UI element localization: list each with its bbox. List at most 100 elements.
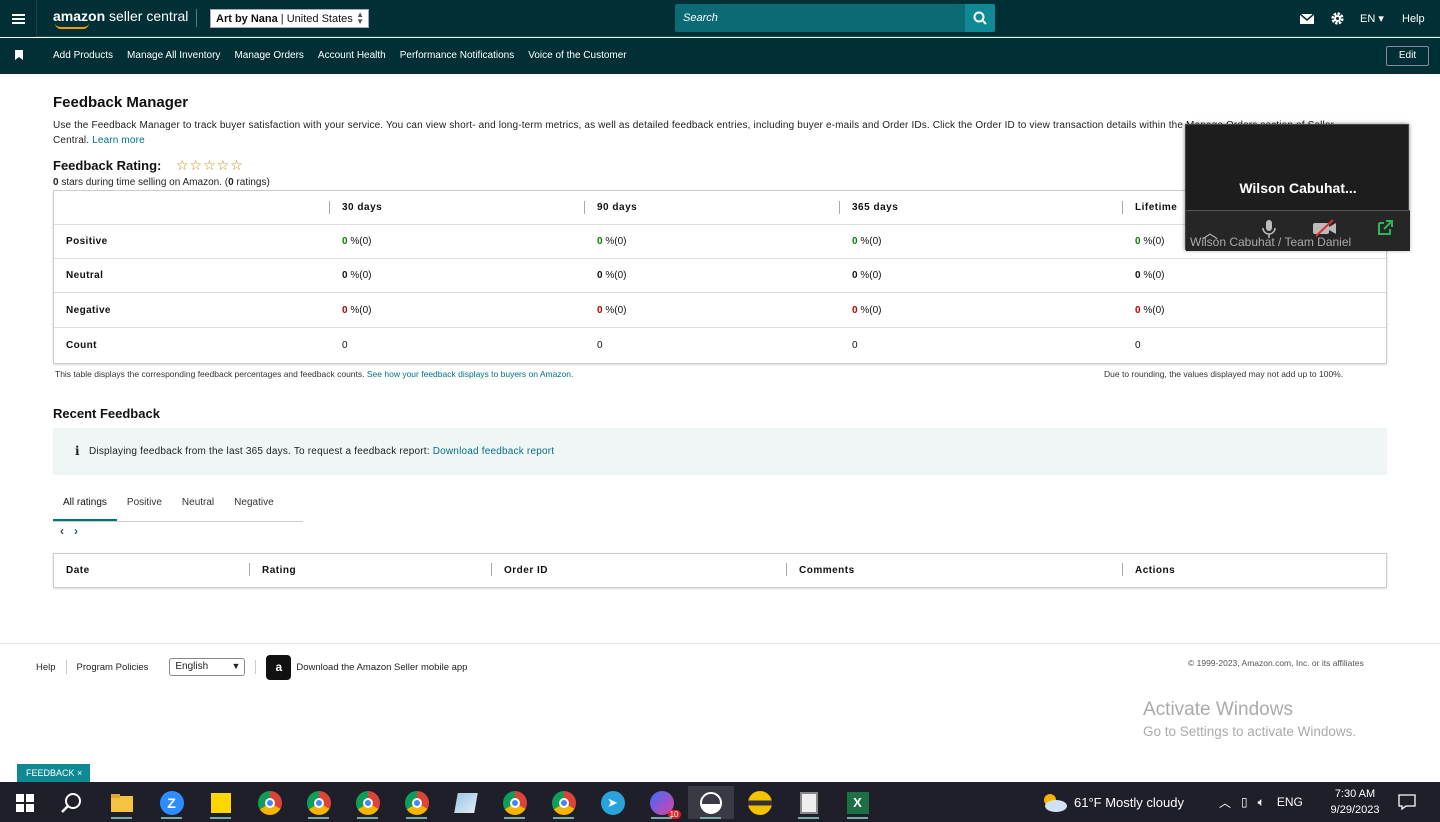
footer: Help Program Policies English ▼ a Downloa… [36, 654, 467, 680]
prev-page-icon[interactable]: ‹ [60, 524, 64, 538]
clock[interactable]: 7:30 AM 9/29/2023 [1330, 782, 1380, 822]
feedback-tab[interactable]: FEEDBACK × [17, 764, 90, 782]
amazon-app-icon[interactable]: a [266, 654, 292, 680]
table-cell: 0 %(0) [1135, 305, 1165, 316]
app-window: amazon seller central Art by Nana | Unit… [0, 0, 1440, 822]
row-label: Positive [66, 236, 108, 247]
col-365-days: 365 days [852, 202, 899, 213]
top-bar: amazon seller central Art by Nana | Unit… [0, 0, 1440, 37]
gear-icon[interactable] [1330, 0, 1345, 37]
download-report-link[interactable]: Download feedback report [433, 446, 555, 457]
chrome-profile-icon[interactable] [498, 786, 531, 819]
feedback-rating-title: Feedback Rating: [53, 158, 162, 173]
video-call-overlay[interactable]: Wilson Cabuhat... ︿ Wilson Cabuhat / Tea… [1185, 124, 1410, 251]
messenger-icon[interactable]: 10 [645, 786, 681, 819]
nav-manage-orders[interactable]: Manage Orders [234, 50, 303, 61]
intro-text: Use the Feedback Manager to track buyer … [53, 120, 1335, 146]
chrome-profile-icon[interactable] [547, 786, 580, 819]
search-button[interactable] [965, 4, 995, 32]
language-select[interactable]: English ▼ [169, 658, 246, 676]
table-cell: 0 %(0) [597, 270, 627, 281]
chrome-profile-icon[interactable] [302, 786, 335, 819]
rounding-note: Due to rounding, the values displayed ma… [1104, 369, 1344, 379]
search-input[interactable]: Search [675, 4, 995, 32]
cloudy-weather-icon [1044, 794, 1067, 812]
nav-manage-inventory[interactable]: Manage All Inventory [127, 50, 220, 61]
table-row: Count 0 0 0 0 [54, 329, 1386, 364]
windows-start-icon[interactable] [8, 786, 41, 819]
search-icon [973, 11, 987, 25]
next-page-icon[interactable]: › [74, 524, 78, 538]
zoom-app-icon[interactable]: Z [155, 786, 188, 819]
row-label: Count [66, 340, 97, 351]
tab-neutral[interactable]: Neutral [172, 490, 224, 521]
tab-positive[interactable]: Positive [117, 490, 172, 521]
table-cell: 0 %(0) [597, 236, 627, 247]
system-tray[interactable]: ︿ ▯ 🔈︎ ENG [1219, 782, 1303, 822]
tab-all-ratings[interactable]: All ratings [53, 490, 117, 521]
learn-more-link[interactable]: Learn more [92, 135, 145, 146]
menu-icon[interactable] [0, 0, 37, 37]
store-selector[interactable]: Art by Nana | United States ▲ ▼ [210, 9, 369, 28]
tab-negative[interactable]: Negative [224, 490, 283, 521]
copyright: © 1999-2023, Amazon.com, Inc. or its aff… [1188, 658, 1364, 668]
nav-account-health[interactable]: Account Health [318, 50, 386, 61]
table-row: Negative 0 %(0) 0 %(0) 0 %(0) 0 %(0) [54, 294, 1386, 328]
meet-now-icon[interactable]: ▯ [1241, 795, 1248, 809]
weather-widget[interactable]: 61°F Mostly cloudy [1040, 782, 1184, 822]
col-comments[interactable]: Comments [799, 565, 855, 576]
table-cell: 0 %(0) [342, 236, 372, 247]
share-icon[interactable] [1376, 219, 1394, 242]
photos-icon[interactable] [688, 786, 734, 819]
col-lifetime: Lifetime [1135, 202, 1178, 213]
col-date[interactable]: Date [66, 565, 90, 576]
meeting-subtitle: Wilson Cabuhat / Team Daniel [1190, 235, 1352, 249]
nav-performance-notifications[interactable]: Performance Notifications [400, 50, 515, 61]
chrome-icon[interactable] [253, 786, 286, 819]
language-selector[interactable]: EN ▾ [1360, 0, 1384, 37]
footer-help-link[interactable]: Help [36, 662, 56, 673]
volume-icon[interactable]: 🔈︎ [1258, 795, 1265, 810]
excel-icon[interactable]: X [841, 786, 874, 819]
pagination: ‹ › [60, 524, 88, 538]
nav-add-products[interactable]: Add Products [53, 50, 113, 61]
mail-icon[interactable] [1299, 0, 1315, 37]
table-cell: 0 %(0) [1135, 270, 1165, 281]
app-icon[interactable] [743, 786, 776, 819]
input-language[interactable]: ENG [1277, 795, 1303, 809]
notifications-icon[interactable] [1398, 782, 1416, 822]
col-rating[interactable]: Rating [262, 565, 296, 576]
table-cell: 0 %(0) [597, 305, 627, 316]
chrome-profile-icon[interactable] [351, 786, 384, 819]
info-icon: i [75, 444, 80, 458]
chrome-profile-icon[interactable] [400, 786, 433, 819]
weather-text: 61°F Mostly cloudy [1074, 794, 1184, 810]
nav-voice-of-customer[interactable]: Voice of the Customer [528, 50, 626, 61]
recent-feedback-title: Recent Feedback [53, 406, 160, 421]
row-label: Negative [66, 305, 111, 316]
mobile-app-link[interactable]: Download the Amazon Seller mobile app [296, 662, 467, 673]
telegram-icon[interactable]: ➤ [596, 786, 629, 819]
calculator-icon[interactable] [792, 786, 825, 819]
info-alert: i Displaying feedback from the last 365 … [53, 428, 1387, 475]
nav-bar: Add Products Manage All Inventory Manage… [0, 38, 1440, 74]
table-cell: 0 %(0) [852, 270, 882, 281]
search-icon[interactable] [55, 786, 88, 819]
star-rating-icon: ☆☆☆☆☆ [176, 157, 244, 173]
table-cell: 0 [597, 340, 603, 351]
help-link[interactable]: Help [1402, 0, 1425, 37]
edit-nav-button[interactable]: Edit [1386, 46, 1429, 66]
bookmark-icon[interactable] [15, 50, 23, 60]
participant-name: Wilson Cabuhat... [1239, 180, 1357, 196]
program-policies-link[interactable]: Program Policies [77, 662, 149, 673]
table-cell: 0 %(0) [342, 270, 372, 281]
table-note: This table displays the corresponding fe… [55, 369, 574, 379]
col-order-id[interactable]: Order ID [504, 565, 548, 576]
file-explorer-icon[interactable] [105, 786, 138, 819]
feedback-display-link[interactable]: See how your feedback displays to buyers… [367, 369, 573, 379]
col-actions[interactable]: Actions [1135, 565, 1175, 576]
seller-central-logo[interactable]: amazon seller central [53, 8, 188, 29]
notes-app-icon[interactable] [449, 786, 482, 819]
sticky-notes-icon[interactable] [204, 786, 237, 819]
chevron-up-icon[interactable]: ︿ [1219, 794, 1231, 811]
